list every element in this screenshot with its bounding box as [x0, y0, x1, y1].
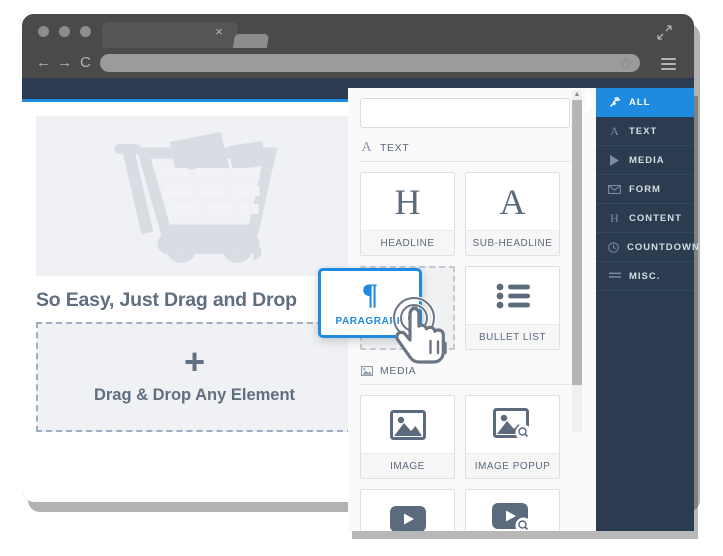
plug-icon	[608, 96, 621, 108]
sidebar-item-form[interactable]: FORM	[596, 175, 694, 204]
sidebar-item-label: FORM	[629, 183, 661, 195]
scrollbar-thumb[interactable]	[572, 100, 582, 385]
expand-icon[interactable]	[657, 25, 672, 40]
sidebar-item-label: COUNTDOWN	[627, 241, 700, 253]
sub-headline-a-icon: A	[499, 181, 526, 222]
image-icon	[361, 396, 454, 453]
sidebar-item-label: MISC.	[629, 270, 661, 282]
scroll-up-arrow-icon[interactable]: ▲	[572, 90, 582, 100]
headline-h-icon: H	[394, 181, 421, 222]
category-sidebar: ALL A TEXT MEDIA FORM H CONTENT COUNTDOW…	[586, 88, 699, 531]
hero-image-block[interactable]	[36, 116, 353, 276]
sidebar-item-misc[interactable]: MISC.	[596, 262, 694, 291]
plus-icon: +	[183, 341, 206, 382]
element-tile-headline[interactable]: H HEADLINE	[360, 172, 455, 256]
back-icon[interactable]: ←	[36, 55, 51, 71]
element-tile-sub-headline[interactable]: A SUB-HEADLINE	[465, 172, 560, 256]
panel-scrollbar[interactable]: ▲	[572, 90, 582, 432]
section-header-text: A TEXT	[360, 139, 570, 162]
active-pointer-icon	[586, 90, 596, 114]
element-tile-image-popup[interactable]: IMAGE POPUP	[465, 395, 560, 479]
browser-navbar: ← → C	[22, 48, 694, 78]
reload-icon[interactable]: C	[80, 55, 91, 71]
window-maximize-dot[interactable]	[80, 26, 91, 37]
media-image-icon	[360, 364, 373, 377]
new-tab-button[interactable]	[232, 34, 270, 48]
tile-label: IMAGE	[361, 453, 454, 478]
drop-zone-label: Drag & Drop Any Element	[93, 386, 296, 404]
screenshot-root: × ← → C So Easy, Just Drag and Drop + Dr…	[0, 0, 723, 556]
bullet-list-icon	[466, 267, 559, 324]
element-tile-video[interactable]	[360, 489, 455, 531]
page-headline: So Easy, Just Drag and Drop	[36, 289, 297, 311]
element-tile-image[interactable]: IMAGE	[360, 395, 455, 479]
section-label: TEXT	[380, 141, 410, 154]
sidebar-item-media[interactable]: MEDIA	[596, 146, 694, 175]
sidebar-item-label: MEDIA	[629, 154, 665, 166]
sidebar-item-text[interactable]: A TEXT	[596, 117, 694, 146]
page-canvas-content: So Easy, Just Drag and Drop + Drag & Dro…	[22, 102, 367, 502]
sidebar-item-label: TEXT	[629, 125, 658, 137]
window-minimize-dot[interactable]	[59, 26, 70, 37]
tile-label: BULLET LIST	[466, 324, 559, 349]
browser-menu-icon[interactable]	[661, 58, 676, 70]
sidebar-item-label: ALL	[629, 96, 651, 108]
video-icon	[361, 490, 454, 531]
sidebar-item-all[interactable]: ALL	[586, 88, 694, 117]
tile-grid-media: IMAGE IMAGE POPUP	[360, 395, 570, 531]
envelope-icon	[608, 184, 621, 194]
element-tile-bullet-list[interactable]: BULLET LIST	[465, 266, 560, 350]
tile-label: IMAGE POPUP	[466, 453, 559, 478]
tab-close-icon[interactable]: ×	[212, 25, 226, 39]
search-input[interactable]	[360, 98, 570, 128]
video-popup-icon	[466, 490, 559, 531]
sidebar-item-countdown[interactable]: COUNTDOWN	[596, 233, 699, 262]
url-bar[interactable]	[100, 54, 640, 72]
text-a-icon: A	[361, 139, 372, 155]
window-close-dot[interactable]	[38, 26, 49, 37]
hamburger-icon	[608, 272, 621, 280]
browser-titlebar: ×	[22, 14, 694, 48]
image-popup-icon	[466, 396, 559, 453]
tile-label: SUB-HEADLINE	[466, 230, 559, 255]
heading-h-icon: H	[610, 211, 619, 225]
play-triangle-icon	[608, 154, 621, 166]
forward-icon[interactable]: →	[57, 55, 72, 71]
tile-label: HEADLINE	[361, 230, 454, 255]
sidebar-item-content[interactable]: H CONTENT	[596, 204, 694, 233]
element-tile-video-popup[interactable]	[465, 489, 560, 531]
bookmark-star-icon[interactable]	[618, 56, 633, 70]
drop-zone[interactable]: + Drag & Drop Any Element	[36, 322, 353, 432]
sidebar-item-label: CONTENT	[629, 212, 682, 224]
pointing-hand-cursor	[392, 296, 464, 374]
clock-icon	[608, 241, 619, 253]
paragraph-pilcrow-icon: ¶	[361, 277, 379, 311]
text-a-icon: A	[610, 124, 619, 138]
shopping-cart-icon	[114, 132, 277, 263]
